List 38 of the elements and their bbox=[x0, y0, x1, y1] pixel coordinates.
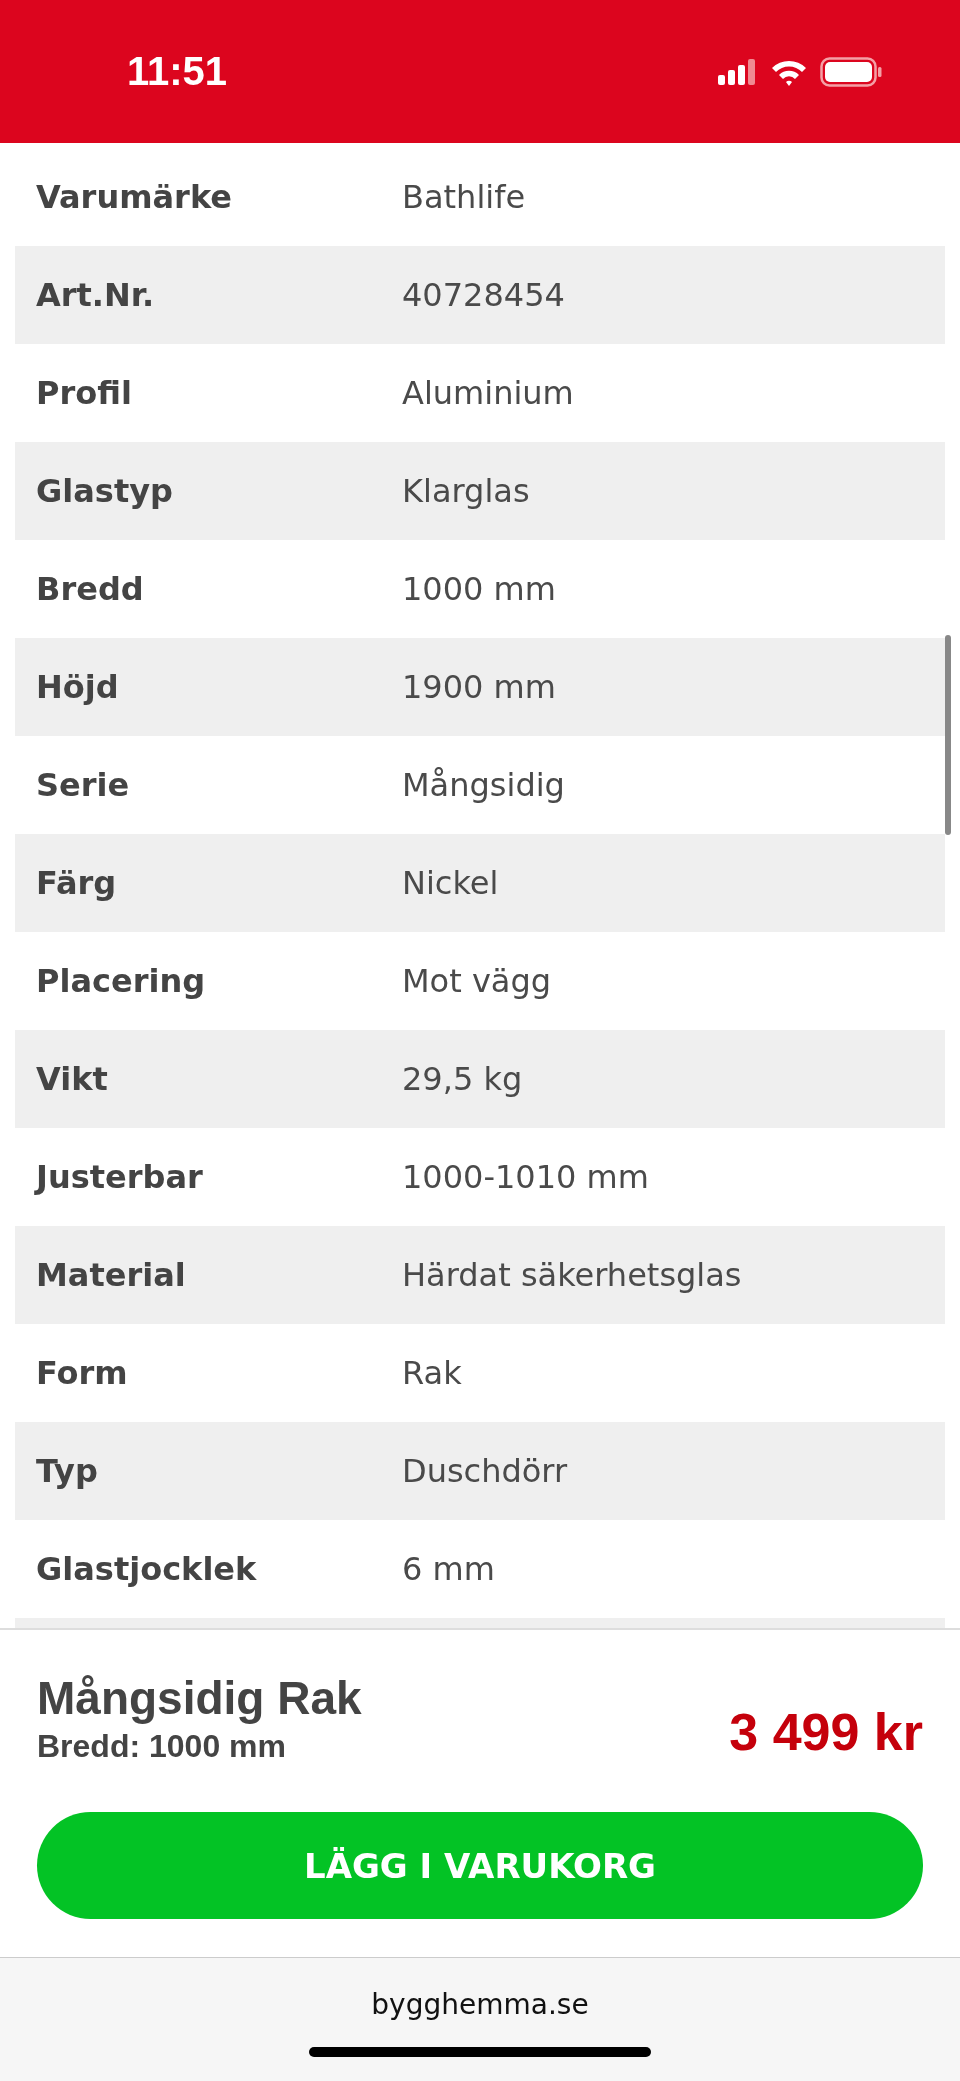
spec-label: Bredd bbox=[36, 570, 145, 608]
spec-label: Varumärke bbox=[36, 178, 233, 216]
spec-label: Serie bbox=[36, 766, 131, 804]
product-name: Mångsidig Rak bbox=[37, 1671, 362, 1726]
spec-label: Glastyp bbox=[36, 472, 174, 510]
spec-label: Form bbox=[36, 1354, 129, 1392]
spec-value: Aluminium bbox=[402, 374, 574, 412]
spec-label: Placering bbox=[36, 962, 207, 1000]
spec-label: Glastjocklek bbox=[36, 1550, 258, 1588]
spec-value: 6 mm bbox=[402, 1550, 495, 1588]
home-indicator[interactable] bbox=[309, 2047, 651, 2057]
spec-value: Duschdörr bbox=[402, 1452, 568, 1490]
battery-icon bbox=[820, 56, 882, 87]
signal-icon bbox=[718, 58, 758, 85]
spec-value: 29,5 kg bbox=[402, 1060, 523, 1098]
spec-value: 40728454 bbox=[402, 276, 565, 314]
spec-label: Typ bbox=[36, 1452, 99, 1490]
status-time: 11:51 bbox=[127, 49, 228, 94]
spec-value: Nickel bbox=[402, 864, 499, 902]
product-price: 3 499 kr bbox=[729, 1702, 923, 1762]
spec-value: Mot vägg bbox=[402, 962, 552, 1000]
spec-value: Bathlife bbox=[402, 178, 526, 216]
spec-label: Färg bbox=[36, 864, 118, 902]
spec-label: Vikt bbox=[36, 1060, 109, 1098]
spec-value: 1000-1010 mm bbox=[402, 1158, 649, 1196]
spec-label: Art.Nr. bbox=[36, 276, 156, 314]
product-variant: Bredd: 1000 mm bbox=[37, 1727, 287, 1766]
spec-value: Mångsidig bbox=[402, 766, 565, 804]
spec-value: Härdat säkerhetsglas bbox=[402, 1256, 742, 1294]
spec-label: Justerbar bbox=[36, 1158, 204, 1196]
spec-value: Rak bbox=[402, 1354, 462, 1392]
spec-label: Material bbox=[36, 1256, 187, 1294]
spec-value: 1000 mm bbox=[402, 570, 556, 608]
spec-value: 1900 mm bbox=[402, 668, 556, 706]
spec-value: Klarglas bbox=[402, 472, 530, 510]
spec-label: Höjd bbox=[36, 668, 120, 706]
address-bar[interactable]: bygghemma.se bbox=[371, 1988, 589, 2021]
spec-label: Profil bbox=[36, 374, 133, 412]
